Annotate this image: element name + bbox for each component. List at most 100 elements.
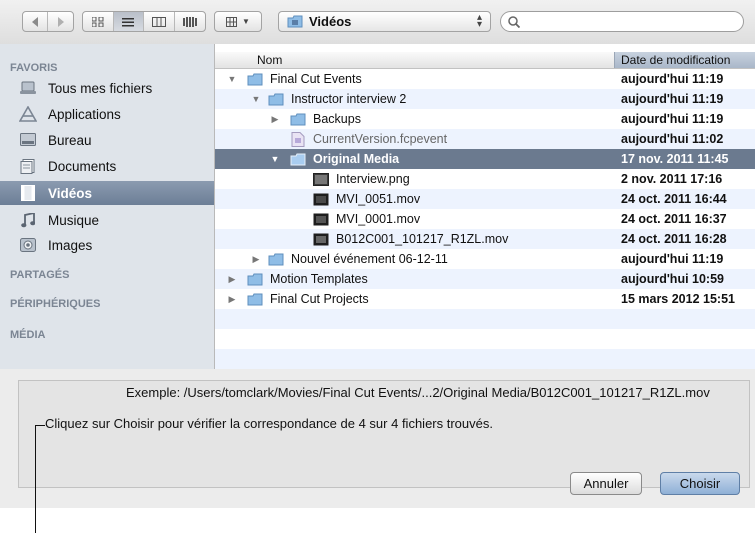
file-row[interactable]: ▶ Final Cut Projects 15 mars 2012 15:51 xyxy=(215,289,755,309)
file-date: 15 mars 2012 15:51 xyxy=(621,292,735,306)
file-name: Instructor interview 2 xyxy=(291,92,407,106)
file-row[interactable]: MVI_0001.mov 24 oct. 2011 16:37 xyxy=(215,209,755,229)
file-name: Interview.png xyxy=(336,172,410,186)
disclosure-open-icon[interactable]: ▼ xyxy=(251,94,261,104)
movies-icon xyxy=(18,185,38,201)
file-row[interactable]: B012C001_101217_R1ZL.mov 24 oct. 2011 16… xyxy=(215,229,755,249)
file-date: 24 oct. 2011 16:44 xyxy=(621,192,727,206)
file-name: B012C001_101217_R1ZL.mov xyxy=(336,232,509,246)
folder-icon xyxy=(247,72,263,86)
sidebar-item-label: Vidéos xyxy=(48,185,93,201)
movies-folder-icon xyxy=(287,15,303,28)
sidebar-item-label: Applications xyxy=(48,106,121,122)
file-date: aujourd'hui 11:19 xyxy=(621,252,724,266)
callout-line xyxy=(35,425,45,426)
all-files-icon xyxy=(18,80,38,96)
list-view-icon[interactable] xyxy=(113,12,144,31)
location-label: Vidéos xyxy=(309,14,352,29)
event-file-icon xyxy=(290,131,306,147)
file-row[interactable]: MVI_0051.mov 24 oct. 2011 16:44 xyxy=(215,189,755,209)
file-list: Nom Date de modification ▼ Final Cut Eve… xyxy=(215,44,755,369)
location-popup[interactable]: Vidéos ▴ ▾ xyxy=(278,11,491,32)
file-name: Final Cut Projects xyxy=(270,292,369,306)
empty-row xyxy=(215,349,755,369)
file-name: Backups xyxy=(313,112,361,126)
movie-file-icon xyxy=(313,192,329,206)
folder-icon xyxy=(268,92,284,106)
chevron-down-icon: ▼ xyxy=(242,17,250,26)
arrange-menu-button[interactable]: ▼ xyxy=(214,11,262,32)
disclosure-closed-icon[interactable]: ▶ xyxy=(270,114,280,125)
file-name: Original Media xyxy=(313,152,400,166)
file-date: aujourd'hui 10:59 xyxy=(621,272,724,286)
open-dialog: ▼ Vidéos ▴ ▾ FAVORIS Tous mes fichiers A… xyxy=(0,0,755,508)
music-icon xyxy=(18,212,38,228)
example-path-text: Exemple: /Users/tomclark/Movies/Final Cu… xyxy=(126,385,710,400)
folder-icon xyxy=(247,272,263,286)
sidebar-item-label: Tous mes fichiers xyxy=(48,80,153,96)
disclosure-open-icon[interactable]: ▼ xyxy=(227,74,237,84)
image-file-icon xyxy=(313,172,329,186)
sidebar-item-label: Bureau xyxy=(48,132,92,148)
sidebar-item-label: Documents xyxy=(48,158,117,174)
file-row[interactable]: ▶ Nouvel événement 06-12-11 aujourd'hui … xyxy=(215,249,755,269)
coverflow-view-icon[interactable] xyxy=(175,12,205,31)
cancel-button[interactable]: Annuler xyxy=(570,472,642,495)
sidebar-item-label: Musique xyxy=(48,212,100,228)
column-header-date[interactable]: Date de modification xyxy=(614,52,755,68)
sidebar-item-documents[interactable]: Documents xyxy=(0,154,214,178)
desktop-icon xyxy=(18,132,38,148)
sidebar-item-desktop[interactable]: Bureau xyxy=(0,128,214,152)
favorites-section-title: FAVORIS xyxy=(10,62,58,74)
file-row[interactable]: ▶ Backups aujourd'hui 11:19 xyxy=(215,109,755,129)
back-icon[interactable] xyxy=(23,12,48,31)
file-name: Final Cut Events xyxy=(270,72,362,86)
shared-section-title: PARTAGÉS xyxy=(10,269,70,281)
file-date: 24 oct. 2011 16:37 xyxy=(621,212,727,226)
file-row[interactable]: Interview.png 2 nov. 2011 17:16 xyxy=(215,169,755,189)
file-row-selected[interactable]: ▼ Original Media 17 nov. 2011 11:45 xyxy=(215,149,755,169)
file-row[interactable]: CurrentVersion.fcpevent aujourd'hui 11:0… xyxy=(215,129,755,149)
empty-row xyxy=(215,309,755,329)
file-date: aujourd'hui 11:02 xyxy=(621,132,724,146)
forward-icon[interactable] xyxy=(48,12,73,31)
choose-button[interactable]: Choisir xyxy=(660,472,740,495)
pictures-icon xyxy=(18,237,38,253)
sidebar-item-all-files[interactable]: Tous mes fichiers xyxy=(0,76,214,100)
folder-icon xyxy=(290,112,306,126)
match-message-text: Cliquez sur Choisir pour vérifier la cor… xyxy=(45,416,493,431)
file-date: aujourd'hui 11:19 xyxy=(621,112,724,126)
file-name: MVI_0001.mov xyxy=(336,212,421,226)
grid-icon xyxy=(226,16,238,27)
search-field[interactable] xyxy=(500,11,744,32)
file-date: 24 oct. 2011 16:28 xyxy=(621,232,727,246)
file-date: aujourd'hui 11:19 xyxy=(621,92,724,106)
popup-arrows-icon: ▴ ▾ xyxy=(476,12,482,30)
sidebar-item-movies[interactable]: Vidéos xyxy=(0,181,214,205)
sidebar-item-music[interactable]: Musique xyxy=(0,208,214,232)
navigation-buttons xyxy=(22,11,74,32)
disclosure-closed-icon[interactable]: ▶ xyxy=(251,254,261,265)
disclosure-closed-icon[interactable]: ▶ xyxy=(227,274,237,285)
sidebar-item-pictures[interactable]: Images xyxy=(0,233,214,257)
file-row[interactable]: ▼ Instructor interview 2 aujourd'hui 11:… xyxy=(215,89,755,109)
sidebar-item-applications[interactable]: Applications xyxy=(0,102,214,126)
file-row[interactable]: ▶ Motion Templates aujourd'hui 10:59 xyxy=(215,269,755,289)
disclosure-closed-icon[interactable]: ▶ xyxy=(227,294,237,305)
column-header-name[interactable]: Nom xyxy=(257,53,282,67)
file-name: Motion Templates xyxy=(270,272,368,286)
sidebar: FAVORIS Tous mes fichiers Applications B… xyxy=(0,44,215,369)
icon-view-icon[interactable] xyxy=(83,12,114,31)
applications-icon xyxy=(18,106,38,122)
view-mode-buttons xyxy=(82,11,206,32)
media-section-title: MÉDIA xyxy=(10,329,46,341)
file-name: CurrentVersion.fcpevent xyxy=(313,132,448,146)
sidebar-item-label: Images xyxy=(48,237,93,253)
file-row[interactable]: ▼ Final Cut Events aujourd'hui 11:19 xyxy=(215,69,755,89)
movie-file-icon xyxy=(313,212,329,226)
disclosure-open-icon[interactable]: ▼ xyxy=(270,154,280,164)
column-view-icon[interactable] xyxy=(144,12,175,31)
file-date: aujourd'hui 11:19 xyxy=(621,72,724,86)
movie-file-icon xyxy=(313,232,329,246)
callout-line xyxy=(35,425,36,533)
